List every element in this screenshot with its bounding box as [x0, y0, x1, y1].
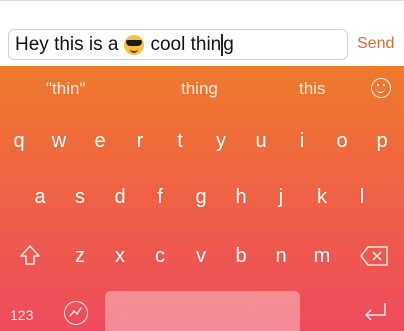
suggestion-bar: "thin" thing this	[0, 66, 404, 110]
key-d[interactable]: d	[105, 182, 135, 212]
key-c[interactable]: c	[145, 241, 175, 271]
key-j[interactable]: j	[266, 182, 296, 212]
sunglasses-emoji-icon	[124, 34, 145, 55]
message-input[interactable]: Hey this is a cool thin g	[8, 29, 348, 60]
key-g[interactable]: g	[186, 182, 216, 212]
message-text-before: Hey this is a	[15, 33, 119, 55]
key-t[interactable]: t	[165, 126, 195, 156]
key-o[interactable]: o	[327, 126, 357, 156]
key-z[interactable]: z	[65, 241, 95, 271]
key-e[interactable]: e	[85, 126, 115, 156]
swipe-trail-icon[interactable]	[64, 301, 88, 325]
emoji-keyboard-icon[interactable]	[371, 78, 391, 98]
send-button[interactable]: Send	[357, 35, 394, 53]
key-n[interactable]: n	[266, 241, 296, 271]
key-q[interactable]: q	[4, 126, 34, 156]
message-text-middle: cool thin	[150, 33, 222, 55]
key-x[interactable]: x	[105, 241, 135, 271]
key-f[interactable]: f	[145, 182, 175, 212]
keyboard: "thin" thing this q w e r t y u i o p a …	[0, 66, 404, 331]
key-m[interactable]: m	[307, 241, 337, 271]
key-p[interactable]: p	[367, 126, 397, 156]
key-l[interactable]: l	[347, 182, 377, 212]
key-v[interactable]: v	[186, 241, 216, 271]
key-a[interactable]: a	[25, 182, 55, 212]
key-r[interactable]: r	[125, 126, 155, 156]
message-text-after: g	[223, 33, 234, 55]
compose-bar: Hey this is a cool thin g Send	[0, 0, 404, 66]
backspace-icon[interactable]	[360, 246, 388, 266]
shift-icon[interactable]	[19, 244, 41, 266]
suggestion-2[interactable]: thing	[181, 79, 218, 99]
key-y[interactable]: y	[206, 126, 236, 156]
suggestion-1[interactable]: "thin"	[46, 79, 85, 99]
key-i[interactable]: i	[287, 126, 317, 156]
key-h[interactable]: h	[226, 182, 256, 212]
space-bar[interactable]	[105, 291, 300, 331]
suggestion-3[interactable]: this	[299, 79, 325, 99]
numbers-key[interactable]: 123	[10, 307, 33, 323]
return-icon[interactable]	[362, 300, 388, 326]
key-u[interactable]: u	[246, 126, 276, 156]
key-b[interactable]: b	[226, 241, 256, 271]
key-s[interactable]: s	[65, 182, 95, 212]
key-w[interactable]: w	[44, 126, 74, 156]
key-k[interactable]: k	[307, 182, 337, 212]
